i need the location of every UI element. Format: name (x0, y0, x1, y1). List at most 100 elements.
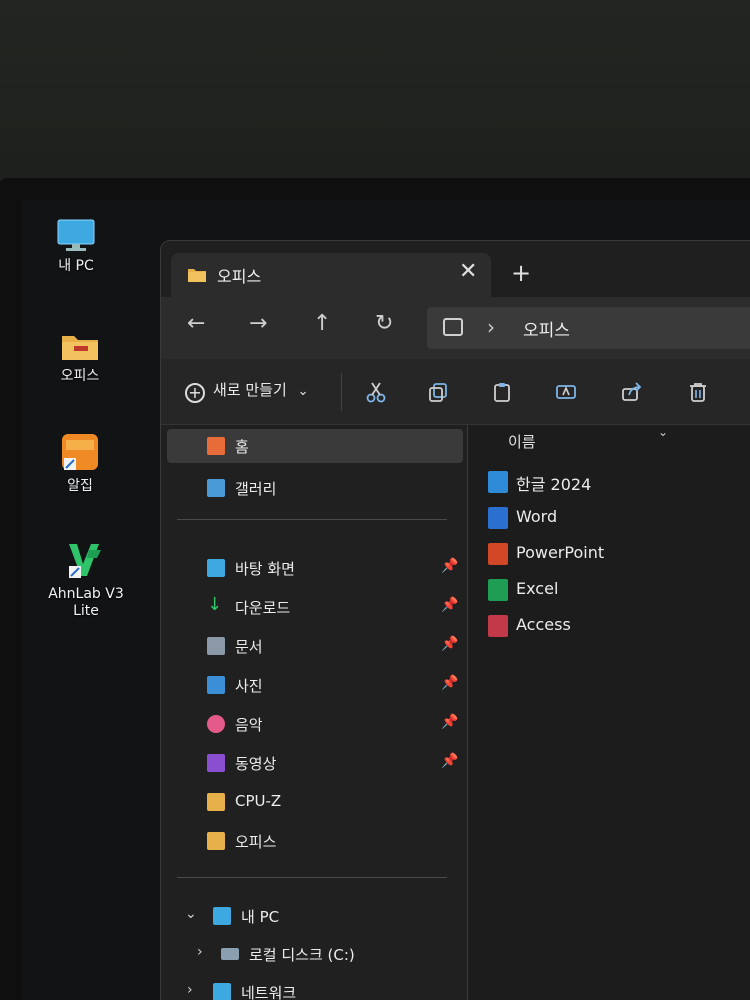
network-icon (213, 983, 231, 1000)
file-explorer-window: 오피스 ✕ + ← → ↑ ↻ › 오피스 + 새로 만들기 ⌄ 홈 갤러리 바… (160, 240, 750, 1000)
sidebar-item-office[interactable]: 오피스 (161, 824, 461, 858)
add-icon: + (185, 383, 205, 403)
desktop-icon-label: 알집 (67, 478, 93, 494)
sort-chevron-icon: ⌄ (658, 425, 669, 439)
desktop-icon-label: 내 PC (58, 258, 94, 274)
sidebar-item-music[interactable]: 음악 📌 (161, 707, 461, 741)
up-button[interactable]: ↑ (313, 311, 331, 336)
file-name: Access (516, 615, 571, 634)
sidebar-item-label: 음악 (235, 716, 263, 734)
pin-icon[interactable]: 📌 (441, 714, 458, 730)
video-icon (207, 754, 225, 772)
chevron-down-icon[interactable]: ⌄ (185, 906, 197, 922)
chevron-right-icon[interactable]: › (197, 944, 203, 960)
tab-bar: 오피스 ✕ + (161, 241, 750, 297)
picture-icon (207, 676, 225, 694)
drive-icon (221, 948, 239, 960)
folder-icon (62, 336, 98, 360)
sidebar-divider (177, 519, 447, 520)
document-icon (207, 637, 225, 655)
tab-office[interactable]: 오피스 ✕ (171, 253, 491, 297)
pin-icon[interactable]: 📌 (441, 558, 458, 574)
sidebar-item-videos[interactable]: 동영상 📌 (161, 746, 461, 780)
chevron-right-icon[interactable]: › (187, 982, 193, 998)
breadcrumb-office[interactable]: 오피스 (523, 316, 570, 341)
sidebar-item-label: 네트워크 (241, 984, 297, 1000)
forward-button[interactable]: → (249, 311, 267, 336)
sidebar-item-documents[interactable]: 문서 📌 (161, 629, 461, 663)
close-tab-icon[interactable]: ✕ (459, 259, 477, 284)
sidebar-item-label: 로컬 디스크 (C:) (249, 946, 355, 964)
sidebar-item-pictures[interactable]: 사진 📌 (161, 668, 461, 702)
breadcrumb-separator: › (487, 315, 495, 339)
desktop-icon-label: 오피스 (60, 368, 100, 384)
pin-icon[interactable]: 📌 (441, 753, 458, 769)
sidebar-item-label: CPU-Z (235, 792, 282, 810)
file-name: Excel (516, 579, 559, 598)
desktop-icon-alzip[interactable]: 알집 (30, 432, 130, 495)
sidebar-item-home[interactable]: 홈 (167, 429, 463, 463)
new-button[interactable]: + 새로 만들기 ⌄ (185, 379, 308, 403)
cut-icon[interactable] (365, 381, 387, 403)
zip-archive-icon (62, 434, 98, 470)
powerpoint-shortcut-icon (488, 543, 508, 565)
sidebar-item-my-pc[interactable]: ⌄ 내 PC (161, 899, 461, 933)
address-bar[interactable]: › 오피스 (427, 307, 750, 349)
download-icon: ↓ (207, 594, 223, 615)
file-list: ⌄ 이름 한글 2024 Word PowerPoint Excel Acces… (467, 425, 750, 1000)
music-icon (207, 715, 225, 733)
copy-icon[interactable] (427, 381, 449, 403)
sidebar-item-network[interactable]: › 네트워크 (161, 975, 461, 1000)
rename-icon[interactable] (555, 381, 577, 403)
sidebar-divider (177, 877, 447, 878)
folder-icon (207, 832, 225, 850)
share-icon[interactable] (621, 381, 643, 403)
sidebar-item-gallery[interactable]: 갤러리 (161, 471, 461, 505)
sidebar-item-label: 홈 (235, 438, 249, 456)
desktop-icon-my-pc[interactable]: 내 PC (26, 218, 126, 275)
file-name: PowerPoint (516, 543, 605, 562)
hangul-shortcut-icon (488, 471, 508, 493)
pin-icon[interactable]: 📌 (441, 675, 458, 691)
chevron-down-icon: ⌄ (297, 384, 309, 399)
sidebar-item-desktop[interactable]: 바탕 화면 📌 (161, 551, 461, 585)
sidebar-item-label: 동영상 (235, 755, 277, 773)
gallery-icon (207, 479, 225, 497)
ahnlab-shield-icon (69, 544, 101, 578)
new-button-label: 새로 만들기 (213, 381, 287, 399)
command-bar: + 새로 만들기 ⌄ (161, 359, 750, 425)
folder-icon (207, 793, 225, 811)
file-name: 한글 2024 (516, 475, 592, 494)
navigation-pane: 홈 갤러리 바탕 화면 📌 ↓ 다운로드 📌 문서 📌 사진 📌 음악 📌 동영… (161, 425, 465, 1000)
access-shortcut-icon (488, 615, 508, 637)
desktop-icon (207, 559, 225, 577)
tab-title: 오피스 (217, 267, 262, 286)
wall-background (0, 0, 750, 180)
desktop-icon-ahnlab[interactable]: AhnLab V3 Lite (36, 540, 136, 620)
sidebar-item-label: 바탕 화면 (235, 560, 295, 578)
desktop-icon-office[interactable]: 오피스 (30, 330, 130, 385)
home-icon (207, 437, 225, 455)
navigation-bar: ← → ↑ ↻ › 오피스 (161, 297, 750, 359)
new-tab-button[interactable]: + (511, 259, 531, 287)
delete-icon[interactable] (687, 381, 709, 403)
refresh-button[interactable]: ↻ (375, 311, 393, 336)
pin-icon[interactable]: 📌 (441, 636, 458, 652)
word-shortcut-icon (488, 507, 508, 529)
sidebar-item-label: 사진 (235, 677, 263, 695)
pin-icon[interactable]: 📌 (441, 597, 458, 613)
sidebar-item-label: 오피스 (235, 833, 277, 851)
sidebar-item-label: 내 PC (241, 908, 280, 926)
paste-icon[interactable] (491, 381, 513, 403)
sidebar-item-label: 갤러리 (235, 480, 277, 498)
back-button[interactable]: ← (187, 311, 205, 336)
folder-icon (188, 269, 206, 282)
computer-icon (443, 318, 463, 336)
sidebar-item-label: 문서 (235, 638, 263, 656)
column-header-name[interactable]: 이름 (508, 431, 536, 452)
sidebar-item-cpu-z[interactable]: CPU-Z (161, 785, 461, 819)
sidebar-item-local-disk[interactable]: › 로컬 디스크 (C:) (161, 937, 461, 971)
monitor-icon (57, 219, 95, 251)
file-name: Word (516, 507, 558, 526)
sidebar-item-downloads[interactable]: ↓ 다운로드 📌 (161, 590, 461, 624)
